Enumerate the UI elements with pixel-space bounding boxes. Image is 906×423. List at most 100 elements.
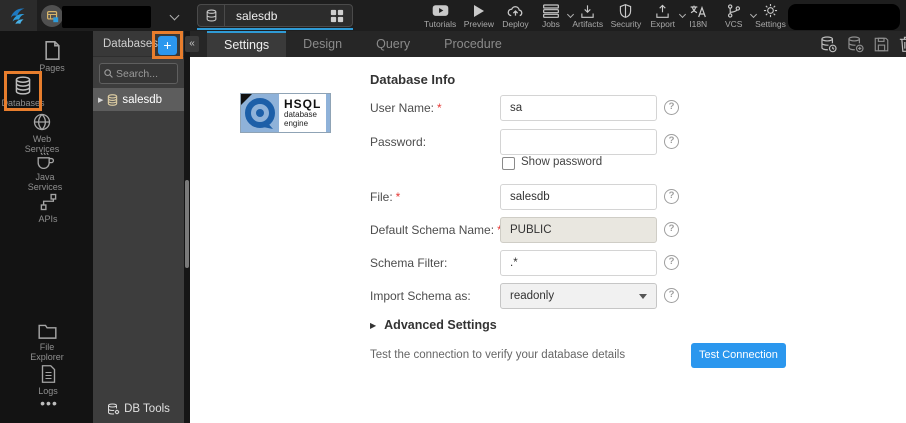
expand-arrow-icon[interactable]: ▶ — [98, 96, 103, 104]
search-icon — [104, 69, 113, 78]
hsql-logo-accent — [326, 94, 330, 132]
artifacts-button[interactable]: Artifacts — [572, 3, 603, 30]
redacted-user-info — [788, 4, 900, 30]
security-button[interactable]: Security — [611, 3, 642, 30]
sidebar-item-java-services[interactable]: Java Services — [23, 151, 67, 192]
api-nodes-icon — [40, 193, 57, 211]
add-database-button[interactable]: + — [158, 36, 177, 55]
log-file-icon — [41, 365, 56, 383]
active-project-underline — [197, 28, 353, 30]
globe-icon — [33, 113, 51, 131]
settings-button[interactable]: Settings — [755, 3, 786, 30]
topbar-actions: Tutorials Preview Deploy — [424, 3, 786, 30]
hsql-logo: HSQL database engine — [240, 93, 331, 133]
default-schema-help-icon[interactable]: ? — [664, 222, 679, 237]
show-password-checkbox[interactable] — [502, 157, 515, 170]
tutorials-button[interactable]: Tutorials — [424, 3, 456, 30]
import-schema-label: Import Schema as: — [370, 289, 471, 303]
upload-tray-icon — [655, 3, 670, 18]
username-help-icon[interactable]: ? — [664, 100, 679, 115]
database-search[interactable] — [99, 63, 178, 84]
vcs-button[interactable]: VCS — [720, 3, 748, 30]
collapse-panel-button[interactable]: « — [185, 36, 199, 52]
i18n-translate-icon — [690, 3, 706, 18]
advanced-settings-toggle[interactable]: ▶ Advanced Settings — [370, 318, 497, 332]
page-icon — [44, 41, 61, 60]
delete-icon[interactable] — [899, 36, 906, 52]
test-connection-button[interactable]: Test Connection — [691, 343, 786, 368]
database-icon — [107, 94, 118, 106]
hsql-spiral-icon — [241, 94, 279, 132]
wavemaker-logo-icon — [8, 5, 30, 27]
tab-design[interactable]: Design — [286, 31, 359, 57]
jobs-button[interactable]: Jobs — [537, 3, 565, 30]
schema-filter-input[interactable] — [500, 250, 657, 276]
project-avatar[interactable] — [41, 5, 63, 27]
tutorials-video-icon — [432, 3, 449, 18]
test-connection-hint: Test the connection to verify your datab… — [370, 349, 625, 361]
dashboard-grid-icon[interactable] — [330, 9, 352, 23]
db-tools-icon — [107, 403, 120, 416]
add-database-icon[interactable] — [847, 36, 864, 53]
hsql-logo-sub2: engine — [284, 120, 326, 129]
file-input[interactable] — [500, 184, 657, 210]
sidebar-item-apis[interactable]: APIs — [26, 193, 70, 224]
tree-item-salesdb[interactable]: ▶ salesdb — [93, 88, 184, 111]
panel-title: Databases — [103, 31, 158, 57]
download-tray-icon — [580, 3, 595, 18]
i18n-button[interactable]: I18N — [684, 3, 712, 30]
gear-icon — [763, 3, 778, 18]
tab-procedure[interactable]: Procedure — [427, 31, 519, 57]
preview-button[interactable]: Preview — [464, 3, 494, 30]
project-name: salesdb — [225, 9, 330, 23]
expand-arrow-icon: ▶ — [370, 321, 376, 330]
form-heading: Database Info — [370, 72, 455, 87]
file-help-icon[interactable]: ? — [664, 189, 679, 204]
more-ellipsis-icon: ••• — [40, 398, 58, 408]
tab-bar: Settings Design Query Procedure — [190, 31, 906, 57]
save-icon[interactable] — [874, 37, 889, 52]
show-password-label[interactable]: Show password — [521, 156, 602, 168]
search-input[interactable] — [116, 68, 173, 80]
redacted-project-name — [62, 6, 151, 28]
tab-settings[interactable]: Settings — [207, 31, 286, 57]
sidebar-item-pages[interactable]: Pages — [30, 41, 74, 73]
app-logo[interactable] — [0, 0, 37, 31]
import-schema-value: readonly — [510, 290, 554, 302]
chevron-down-icon — [639, 294, 647, 299]
username-label: User Name:* — [370, 101, 442, 115]
sidebar-item-logs[interactable]: Logs — [26, 365, 70, 396]
password-label: Password: — [370, 135, 426, 149]
project-card-icon — [46, 10, 59, 23]
database-icon — [198, 9, 218, 22]
shield-icon — [619, 3, 632, 18]
export-button[interactable]: Export — [649, 3, 677, 30]
folder-icon — [38, 323, 57, 339]
username-input[interactable] — [500, 95, 657, 121]
file-label: File:* — [370, 190, 400, 204]
sidebar-item-databases[interactable]: Databases — [3, 76, 43, 108]
play-icon — [473, 3, 485, 18]
database-icon — [14, 76, 32, 95]
password-help-icon[interactable]: ? — [664, 134, 679, 149]
project-switcher[interactable]: salesdb — [197, 4, 353, 27]
tree-item-label: salesdb — [122, 94, 162, 106]
deploy-button[interactable]: Deploy — [501, 3, 529, 30]
jobs-list-icon — [543, 3, 559, 18]
default-schema-input — [500, 217, 657, 243]
db-tools-button[interactable]: DB Tools — [93, 398, 184, 420]
cloud-upload-icon — [507, 3, 524, 18]
sidebar-item-more[interactable]: ••• — [27, 398, 71, 408]
sidebar-item-file-explorer[interactable]: File Explorer — [25, 323, 69, 362]
panel-scrollbar[interactable] — [185, 180, 189, 268]
sidebar-item-web-services[interactable]: Web Services — [20, 113, 64, 154]
import-schema-help-icon[interactable]: ? — [664, 288, 679, 303]
reimport-database-icon[interactable] — [820, 36, 837, 53]
coffee-cup-icon — [36, 151, 55, 169]
schema-filter-help-icon[interactable]: ? — [664, 255, 679, 270]
required-marker: * — [437, 101, 442, 115]
import-schema-select[interactable]: readonly — [500, 283, 657, 309]
tab-query[interactable]: Query — [359, 31, 427, 57]
password-input[interactable] — [500, 129, 657, 155]
required-marker: * — [396, 190, 401, 204]
